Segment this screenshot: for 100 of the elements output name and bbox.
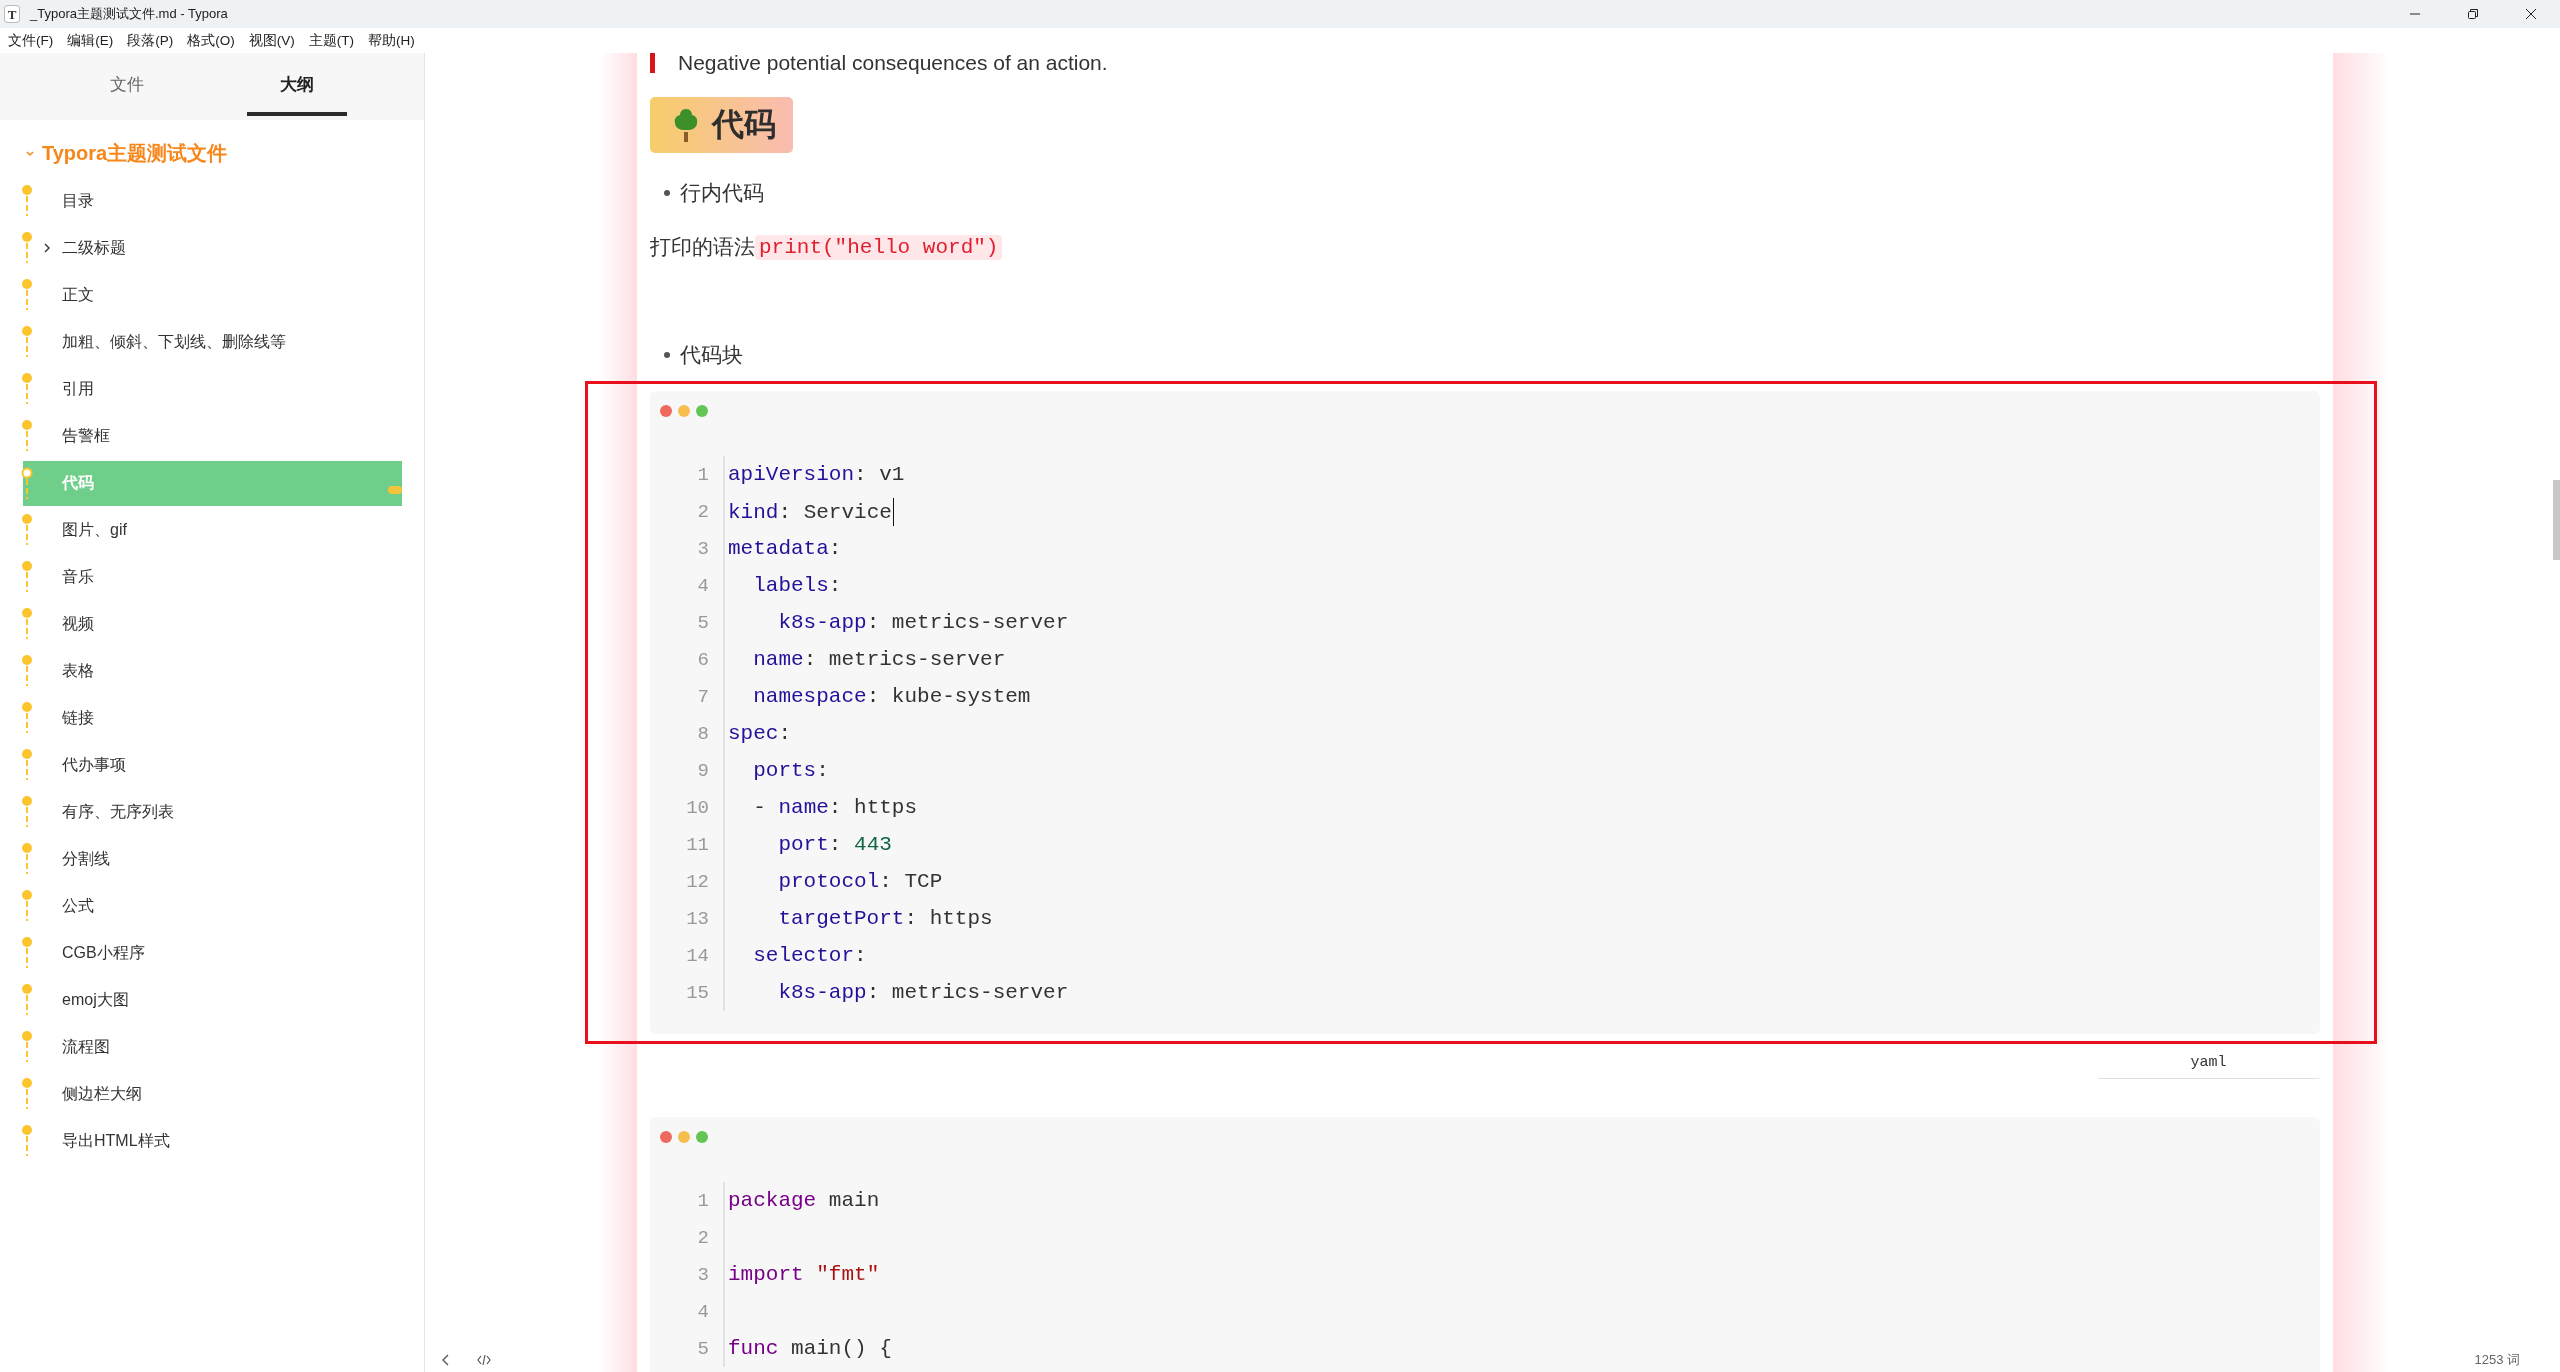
outline-item[interactable]: 流程图 — [23, 1024, 402, 1071]
bullet-icon — [21, 513, 33, 545]
bullet-icon — [21, 748, 33, 780]
outline-item[interactable]: 图片、gif — [23, 507, 402, 554]
minimize-dot-icon — [678, 1131, 690, 1143]
line-number: 5 — [696, 611, 709, 634]
code-line: k8s-app: metrics-server — [777, 981, 1069, 1004]
outline-item[interactable]: 加粗、倾斜、下划线、删除线等 — [23, 319, 402, 366]
line-number: 5 — [696, 1337, 709, 1360]
sidebar-tab[interactable]: 大纲 — [247, 53, 347, 116]
bullet-icon — [21, 1077, 33, 1109]
line-number: 4 — [696, 1300, 709, 1323]
code-line: kind: Service — [728, 497, 895, 526]
outline-item[interactable]: 公式 — [23, 883, 402, 930]
zoom-dot-icon — [696, 405, 708, 417]
menu-item[interactable]: 段落(P) — [125, 31, 179, 50]
close-icon — [2525, 8, 2537, 20]
zoom-dot-icon — [696, 1131, 708, 1143]
menu-item[interactable]: 文件(F) — [6, 31, 59, 50]
inline-code: print("hello word") — [755, 234, 1003, 260]
line-number: 6 — [696, 648, 709, 671]
line-number: 10 — [685, 796, 709, 819]
bullet-icon — [21, 607, 33, 639]
code-line: apiVersion: v1 — [728, 463, 905, 486]
bullet-icon — [21, 372, 33, 404]
bullet-icon — [21, 231, 33, 263]
list-item-text: 代码块 — [680, 342, 743, 368]
word-count: 1253 词 — [2474, 1351, 2520, 1369]
callout-text: Negative potential consequences of an action. — [650, 53, 2320, 73]
bullet-icon — [21, 842, 33, 874]
sidebar-tab[interactable]: 文件 — [77, 53, 177, 116]
menu-item[interactable]: 主题(T) — [306, 31, 359, 50]
bullet-icon — [21, 795, 33, 827]
outline-item[interactable]: emoj大图 — [23, 977, 402, 1024]
outline-item[interactable]: 正文 — [23, 272, 402, 319]
line-number: 4 — [696, 574, 709, 597]
bullet-icon — [21, 184, 33, 216]
bullet-icon — [21, 419, 33, 451]
bullet-icon — [21, 701, 33, 733]
bullet-icon — [21, 654, 33, 686]
app-icon: T — [4, 5, 20, 23]
bullet-icon — [21, 1030, 33, 1062]
outline-item[interactable]: 导出HTML样式 — [23, 1118, 402, 1165]
line-number: 1 — [696, 463, 709, 486]
code-line: targetPort: https — [777, 907, 993, 930]
line-number: 11 — [685, 833, 709, 856]
line-number: 13 — [685, 907, 709, 930]
outline-item[interactable]: 音乐 — [23, 554, 402, 601]
minimize-dot-icon — [678, 405, 690, 417]
code-line: import "fmt" — [728, 1263, 880, 1286]
line-number: 1 — [696, 1189, 709, 1212]
code-line: protocol: TCP — [777, 870, 943, 893]
window-title: _Typora主题测试文件.md - Typora — [30, 5, 229, 23]
outline-item[interactable]: 有序、无序列表 — [23, 789, 402, 836]
menu-item[interactable]: 格式(O) — [185, 31, 240, 50]
line-number: 14 — [685, 944, 709, 967]
outline-item[interactable]: 引用 — [23, 366, 402, 413]
close-dot-icon — [660, 1131, 672, 1143]
code-line: metadata: — [728, 537, 842, 560]
code-block[interactable]: 1 package main 2 3 import "fmt" 4 5 func main() { — [650, 1117, 2320, 1372]
outline-item[interactable]: 目录 — [23, 178, 402, 225]
code-line: k8s-app: metrics-server — [777, 611, 1069, 634]
line-number: 3 — [696, 537, 709, 560]
outline-item[interactable]: 视频 — [23, 601, 402, 648]
line-number: 15 — [685, 981, 709, 1004]
bullet-icon — [21, 889, 33, 921]
code-icon[interactable] — [477, 1353, 491, 1367]
bullet-icon — [21, 325, 33, 357]
line-number: 12 — [685, 870, 709, 893]
outline-item[interactable]: 分割线 — [23, 836, 402, 883]
scrollbar-thumb[interactable] — [2553, 480, 2560, 560]
bullet-icon — [21, 560, 33, 592]
outline-item[interactable]: 侧边栏大纲 — [23, 1071, 402, 1118]
code-line: namespace: kube-system — [752, 685, 1031, 708]
code-line: port: 443 — [777, 833, 892, 856]
bullet-icon — [21, 936, 33, 968]
section-heading: 代码 — [650, 97, 793, 153]
close-dot-icon — [660, 405, 672, 417]
code-line: package main — [728, 1189, 880, 1212]
outline-item[interactable]: 二级标题 — [23, 225, 402, 272]
caret-icon[interactable] — [42, 243, 52, 253]
bullet-icon — [21, 1124, 33, 1156]
outline-item[interactable]: 告警框 — [23, 413, 402, 460]
outline-item[interactable]: 链接 — [23, 695, 402, 742]
outline-item[interactable]: 代办事项 — [23, 742, 402, 789]
outline-item[interactable]: CGB小程序 — [23, 930, 402, 977]
position-marker — [388, 486, 402, 494]
line-number: 7 — [696, 685, 709, 708]
menu-item[interactable]: 视图(V) — [246, 31, 300, 50]
line-number: 2 — [696, 1226, 709, 1249]
language-field[interactable]: yaml — [2097, 1047, 2320, 1079]
menu-item[interactable]: 帮助(H) — [366, 31, 420, 50]
code-line: func main() { — [728, 1337, 892, 1360]
menu-item[interactable]: 编辑(E) — [65, 31, 119, 50]
tree-icon — [672, 108, 700, 142]
list-item-text: 行内代码 — [680, 180, 764, 206]
line-number: 8 — [696, 722, 709, 745]
code-line: - name: https — [752, 796, 918, 819]
code-line: spec: — [728, 722, 792, 745]
outline-item[interactable]: 表格 — [23, 648, 402, 695]
